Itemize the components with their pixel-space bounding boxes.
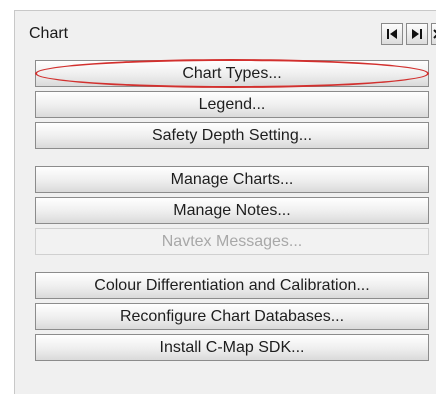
- manage-charts-button[interactable]: Manage Charts...: [35, 166, 429, 193]
- panel-title: Chart: [29, 25, 69, 42]
- last-page-icon: [411, 28, 423, 40]
- legend-button[interactable]: Legend...: [35, 91, 429, 118]
- chart-panel: Chart Chart Types... Legend... Safety De…: [14, 10, 436, 394]
- first-page-icon: [386, 28, 398, 40]
- close-button[interactable]: [431, 23, 436, 45]
- first-page-button[interactable]: [381, 23, 403, 45]
- reconfigure-chart-databases-button[interactable]: Reconfigure Chart Databases...: [35, 303, 429, 330]
- install-cmap-sdk-button[interactable]: Install C-Map SDK...: [35, 334, 429, 361]
- navtex-messages-button[interactable]: Navtex Messages...: [35, 228, 429, 255]
- safety-depth-setting-button[interactable]: Safety Depth Setting...: [35, 122, 429, 149]
- last-page-button[interactable]: [406, 23, 428, 45]
- manage-notes-button[interactable]: Manage Notes...: [35, 197, 429, 224]
- colour-differentiation-button[interactable]: Colour Differentiation and Calibration..…: [35, 272, 429, 299]
- chart-types-button[interactable]: Chart Types...: [35, 60, 429, 87]
